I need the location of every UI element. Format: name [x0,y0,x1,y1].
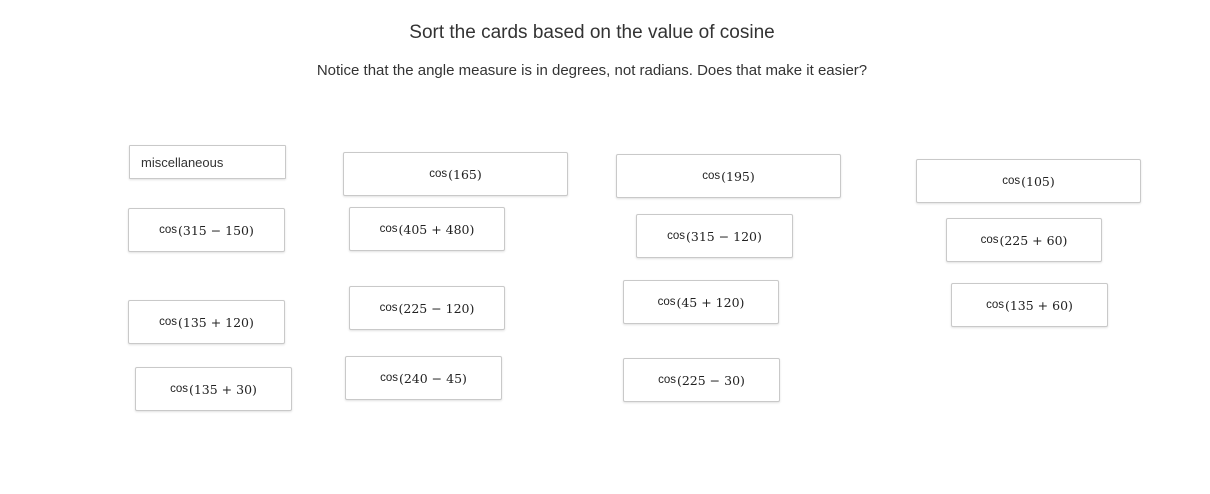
page-subtitle: Notice that the angle measure is in degr… [316,62,868,79]
card-function: cos [429,168,448,180]
card-function: cos [986,299,1004,311]
cosine-card[interactable]: cos (105) [916,159,1141,203]
card-argument: (315 − 150) [178,222,254,238]
card-argument: (240 − 45) [398,370,467,386]
card-argument: (105) [1021,173,1055,189]
card-argument: (135 + 60) [1004,297,1073,313]
card-argument: (315 − 120) [686,228,762,244]
card-argument: (225 − 120) [398,300,475,316]
card-argument: (225 − 30) [676,372,745,388]
cosine-card[interactable]: cos (45 + 120) [623,280,779,324]
card-function: cos [658,374,676,386]
cosine-card[interactable]: cos (315 − 150) [128,208,285,252]
card-function: cos [657,296,676,308]
category-label-card[interactable]: miscellaneous [129,145,286,179]
card-function: cos [1002,175,1021,187]
card-argument: (45 + 120) [676,294,745,310]
card-function: cos [702,170,721,182]
card-argument: (405 + 480) [398,221,475,237]
card-argument: (135 + 30) [188,381,257,397]
card-function: cos [379,223,398,235]
cosine-card[interactable]: cos (135 + 60) [951,283,1108,327]
card-function: cos [980,234,999,246]
card-function: cos [379,302,398,314]
card-argument: (135 + 120) [178,314,254,330]
cosine-card[interactable]: cos (135 + 120) [128,300,285,344]
card-function: cos [667,230,685,242]
cosine-card[interactable]: cos (240 − 45) [345,356,502,400]
cosine-card[interactable]: cos (315 − 120) [636,214,793,258]
card-argument: (195) [721,168,755,184]
cosine-card[interactable]: cos (165) [343,152,568,196]
cosine-card[interactable]: cos (195) [616,154,841,198]
cosine-card[interactable]: cos (405 + 480) [349,207,505,251]
cosine-card[interactable]: cos (225 + 60) [946,218,1102,262]
cosine-card[interactable]: cos (225 − 30) [623,358,780,402]
card-function: cos [159,316,177,328]
card-function: cos [380,372,398,384]
cosine-card[interactable]: cos (225 − 120) [349,286,505,330]
card-function: cos [159,224,177,236]
card-argument: (225 + 60) [999,232,1068,248]
page-title: Sort the cards based on the value of cos… [409,22,775,43]
card-function: cos [170,383,188,395]
card-argument: (165) [448,166,482,182]
cosine-card[interactable]: cos (135 + 30) [135,367,292,411]
